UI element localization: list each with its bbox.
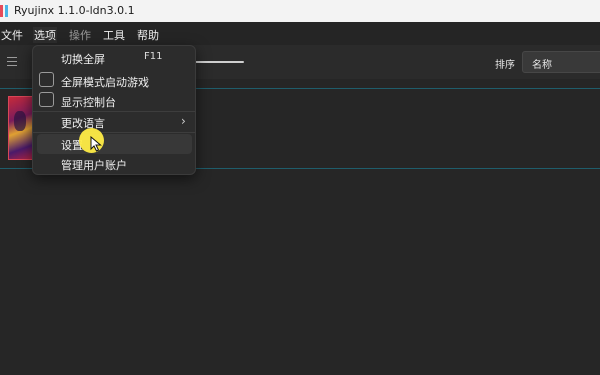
show-console-label: 显示控制台 <box>61 96 116 109</box>
options-dropdown-menu: 切换全屏 F11 全屏模式启动游戏 显示控制台 更改语言 › 设置 管理用户账户 <box>32 45 196 175</box>
game-cover-image[interactable] <box>8 96 34 160</box>
menu-file[interactable]: 文件 <box>1 27 23 43</box>
start-fullscreen-label: 全屏模式启动游戏 <box>61 76 149 89</box>
grid-size-slider[interactable] <box>192 61 244 63</box>
show-console-checkbox[interactable] <box>39 92 54 107</box>
window-title: Ryujinx 1.1.0-ldn3.0.1 <box>14 4 135 17</box>
menu-tools[interactable]: 工具 <box>103 27 125 43</box>
chevron-right-icon: › <box>181 114 186 128</box>
menu-item-toggle-fullscreen[interactable]: 切换全屏 F11 <box>37 48 192 68</box>
menu-actions[interactable]: 操作 <box>69 27 91 43</box>
start-fullscreen-checkbox[interactable] <box>39 72 54 87</box>
mouse-pointer-icon <box>90 136 102 152</box>
menu-item-manage-profiles[interactable]: 管理用户账户 <box>37 154 192 174</box>
menu-separator <box>33 132 195 133</box>
menu-item-change-language[interactable]: 更改语言 › <box>37 112 192 132</box>
menu-item-start-fullscreen[interactable]: 全屏模式启动游戏 <box>37 71 192 91</box>
change-language-label: 更改语言 <box>61 117 105 130</box>
title-bar: Ryujinx 1.1.0-ldn3.0.1 <box>0 0 600 22</box>
list-view-icon[interactable] <box>7 57 17 66</box>
menu-help[interactable]: 帮助 <box>137 27 159 43</box>
sort-select[interactable]: 名称 <box>522 51 600 73</box>
menu-bar: 文件 选项 操作 工具 帮助 <box>0 22 600 45</box>
ryujinx-logo-icon <box>0 5 10 17</box>
shortcut-label: F11 <box>144 51 163 62</box>
sort-select-value: 名称 <box>532 60 552 71</box>
sort-label: 排序 <box>495 60 515 71</box>
manage-profiles-label: 管理用户账户 <box>61 159 127 172</box>
toggle-fullscreen-label: 切换全屏 <box>61 53 105 66</box>
menu-item-settings[interactable]: 设置 <box>37 134 192 154</box>
menu-item-show-console[interactable]: 显示控制台 <box>37 91 192 111</box>
menu-options[interactable]: 选项 <box>33 27 57 43</box>
